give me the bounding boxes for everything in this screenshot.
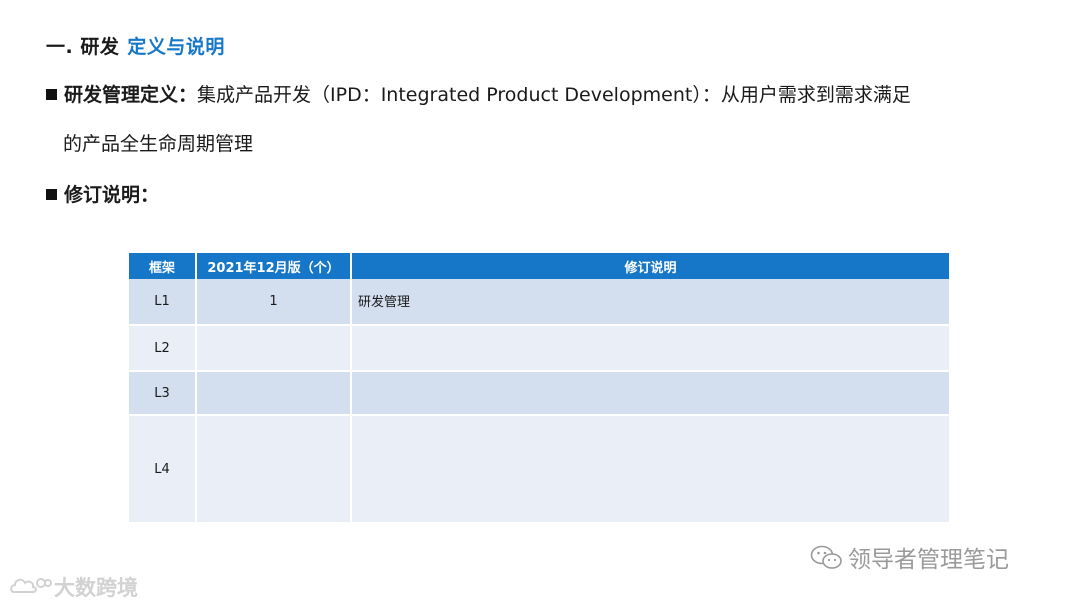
- row-level: L3: [129, 371, 197, 416]
- definition-text-1: 集成产品开发（IPD：Integrated Product Developmen…: [197, 84, 911, 106]
- table-header-row: 框架 2021年12月版（个） 修订说明: [129, 253, 951, 279]
- revision-table: 框架 2021年12月版（个） 修订说明 L1 1 研发管理 L2 L3 L4: [129, 253, 951, 524]
- table-row: L3: [129, 371, 951, 416]
- row-count: [196, 325, 352, 372]
- revision-line: 修订说明：: [46, 182, 159, 208]
- row-count: [196, 371, 352, 416]
- row-note: [351, 325, 951, 372]
- watermark: 大数跨境: [8, 572, 138, 603]
- bullet-square-icon: [46, 189, 57, 200]
- section-title-accent: 定义与说明: [127, 36, 225, 58]
- revision-label: 修订说明：: [64, 184, 160, 206]
- wechat-account-name: 领导者管理笔记: [848, 547, 1009, 573]
- table-row: L2: [129, 325, 951, 372]
- header-framework: 框架: [129, 253, 197, 279]
- table-row: L4: [129, 415, 951, 524]
- row-note: [351, 371, 951, 416]
- section-title-prefix: 一. 研发: [46, 36, 120, 58]
- row-note: 研发管理: [351, 279, 951, 326]
- cloud-logo-icon: [8, 574, 52, 603]
- row-level: L2: [129, 325, 197, 372]
- row-note: [351, 415, 951, 524]
- row-level: L4: [129, 415, 197, 524]
- row-level: L1: [129, 279, 197, 326]
- definition-label: 研发管理定义：: [64, 84, 198, 106]
- watermark-text: 大数跨境: [54, 576, 138, 600]
- bullet-square-icon: [46, 89, 57, 100]
- header-revision-note: 修订说明: [351, 253, 951, 279]
- definition-line: 研发管理定义：集成产品开发（IPD：Integrated Product Dev…: [46, 82, 911, 108]
- header-version-count: 2021年12月版（个）: [196, 253, 352, 279]
- table-row: L1 1 研发管理: [129, 279, 951, 326]
- wechat-icon: [810, 545, 844, 577]
- row-count: [196, 415, 352, 524]
- row-count: 1: [196, 279, 352, 326]
- definition-text-2: 的产品全生命周期管理: [63, 133, 254, 155]
- definition-continuation: 的产品全生命周期管理: [63, 131, 253, 157]
- section-title: 一. 研发 定义与说明: [46, 32, 225, 59]
- wechat-account-mark: 领导者管理笔记: [810, 540, 1009, 577]
